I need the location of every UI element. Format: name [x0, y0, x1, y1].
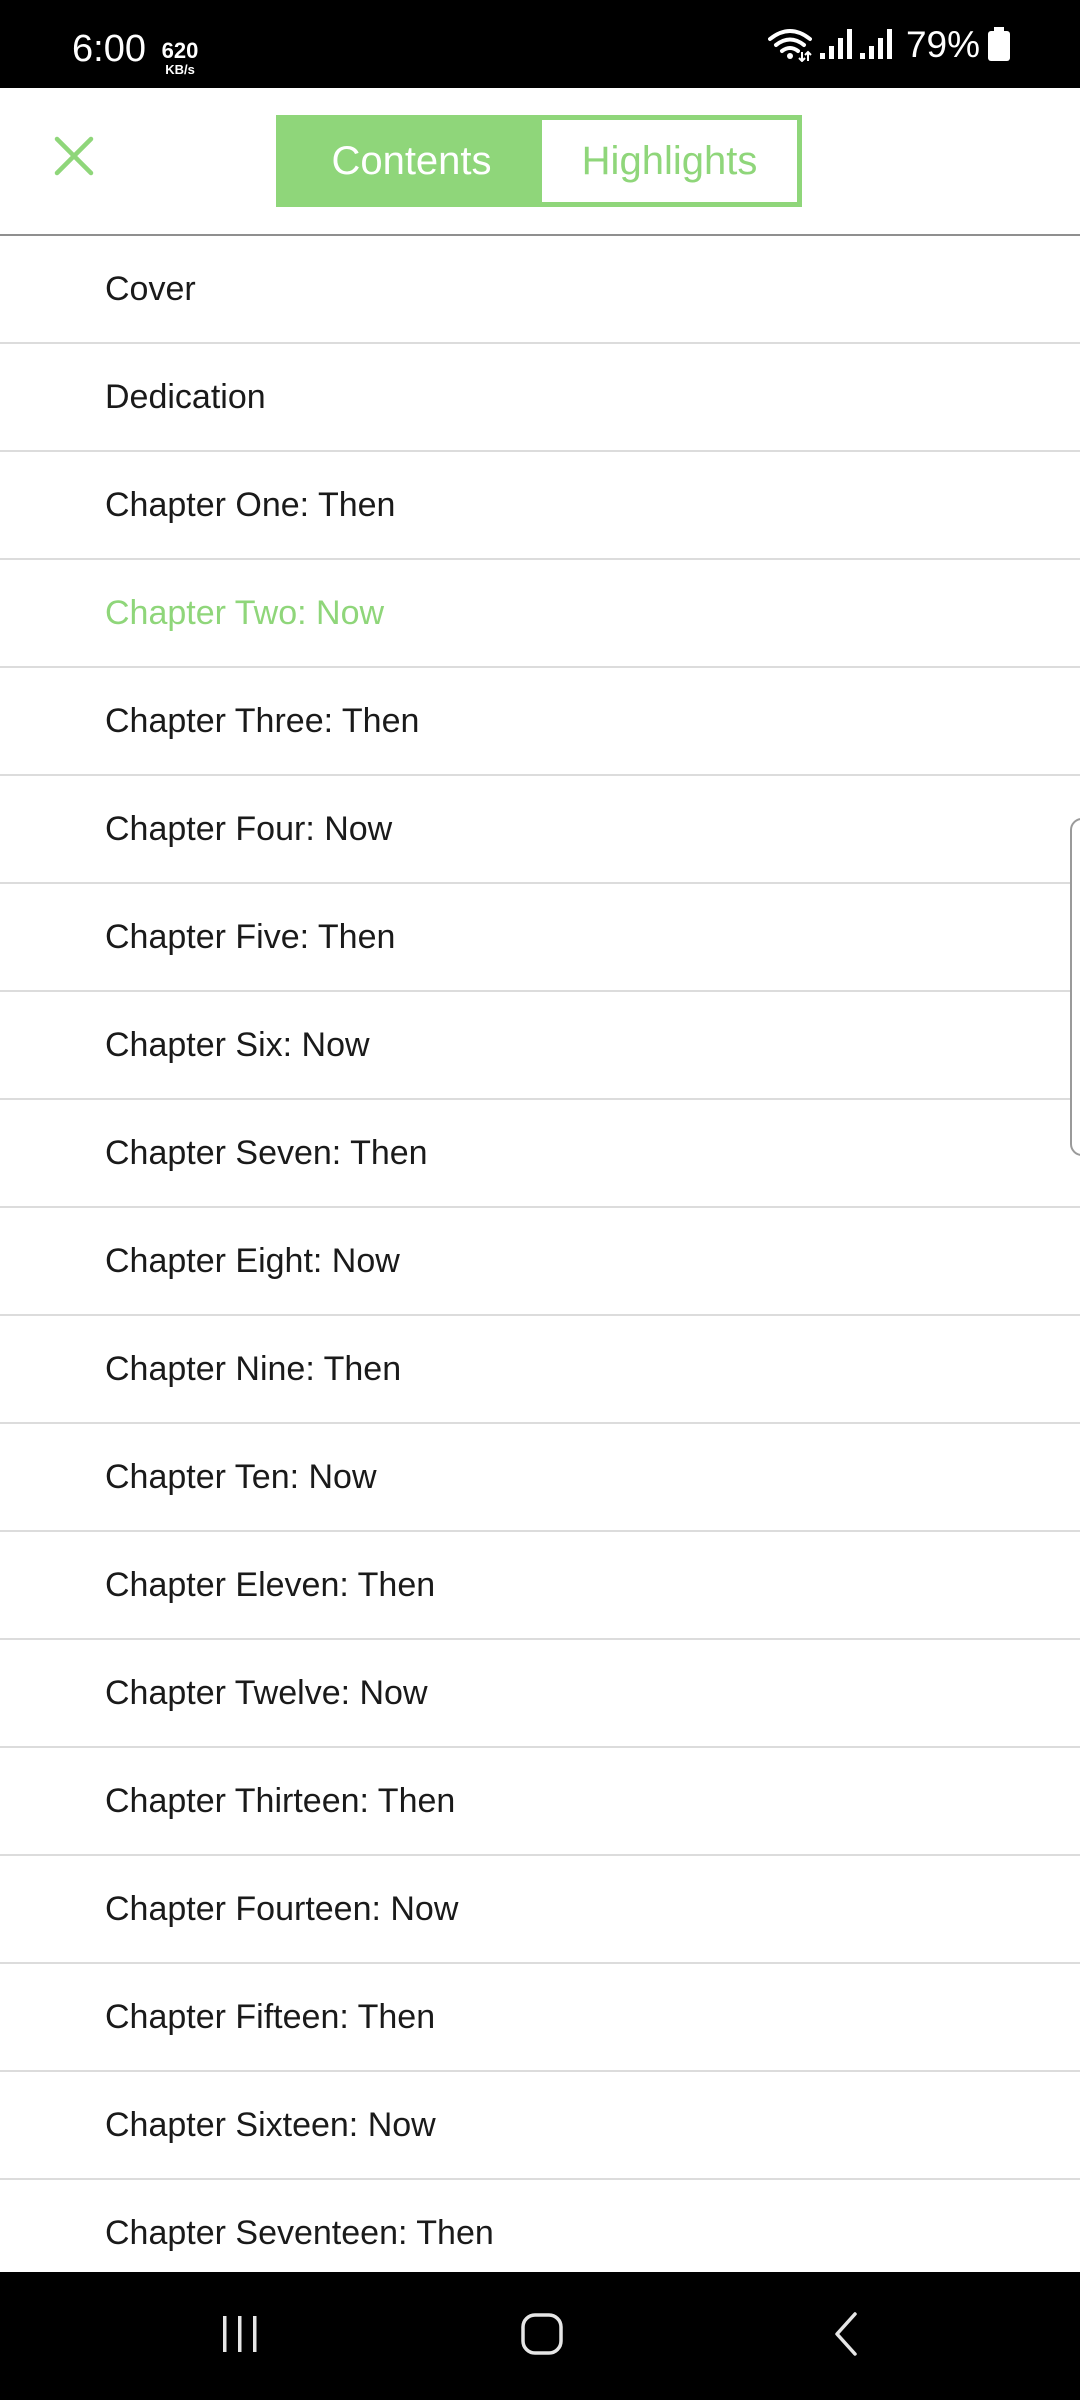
- toc-item-chapter-seven[interactable]: Chapter Seven: Then: [0, 1100, 1080, 1208]
- system-nav-bar: [0, 2272, 1080, 2400]
- battery-icon: [988, 27, 1010, 61]
- toc-item-chapter-thirteen[interactable]: Chapter Thirteen: Then: [0, 1748, 1080, 1856]
- toc-item-chapter-six[interactable]: Chapter Six: Now: [0, 992, 1080, 1100]
- status-bar: 6:00 620 KB/s 79%: [0, 0, 1080, 88]
- battery-percent: 79%: [905, 23, 980, 65]
- close-icon: [54, 136, 94, 181]
- toc-item-chapter-nine[interactable]: Chapter Nine: Then: [0, 1316, 1080, 1424]
- home-button[interactable]: [502, 2296, 582, 2376]
- recent-apps-icon: [220, 2314, 260, 2359]
- toc-item-chapter-two-current[interactable]: Chapter Two: Now: [0, 560, 1080, 668]
- view-toggle: Contents Highlights: [276, 115, 802, 207]
- scrollbar-thumb[interactable]: [1070, 818, 1080, 1156]
- close-button[interactable]: [44, 128, 104, 188]
- toc-item-dedication[interactable]: Dedication: [0, 344, 1080, 452]
- status-icons: 79%: [767, 0, 1010, 88]
- toc-item-chapter-twelve[interactable]: Chapter Twelve: Now: [0, 1640, 1080, 1748]
- toc-item-chapter-eleven[interactable]: Chapter Eleven: Then: [0, 1532, 1080, 1640]
- table-of-contents[interactable]: Cover Dedication Chapter One: Then Chapt…: [0, 236, 1080, 2272]
- toc-item-chapter-sixteen[interactable]: Chapter Sixteen: Now: [0, 2072, 1080, 2180]
- recent-apps-button[interactable]: [200, 2296, 280, 2376]
- network-speed-value: 620: [161, 38, 199, 63]
- toc-item-chapter-ten[interactable]: Chapter Ten: Now: [0, 1424, 1080, 1532]
- signal-icon: [859, 29, 892, 59]
- toc-item-chapter-eight[interactable]: Chapter Eight: Now: [0, 1208, 1080, 1316]
- tab-contents[interactable]: Contents: [281, 120, 542, 202]
- toc-item-chapter-three[interactable]: Chapter Three: Then: [0, 668, 1080, 776]
- wifi-icon: [767, 26, 812, 62]
- back-button[interactable]: [806, 2296, 886, 2376]
- toc-item-chapter-fourteen[interactable]: Chapter Fourteen: Now: [0, 1856, 1080, 1964]
- status-time: 6:00: [72, 28, 146, 70]
- toc-item-chapter-seventeen[interactable]: Chapter Seventeen: Then: [0, 2180, 1080, 2272]
- network-speed-unit: KB/s: [165, 62, 195, 77]
- toc-item-chapter-four[interactable]: Chapter Four: Now: [0, 776, 1080, 884]
- signal-icon: [819, 29, 852, 59]
- toc-item-cover[interactable]: Cover: [0, 236, 1080, 344]
- toc-item-chapter-one[interactable]: Chapter One: Then: [0, 452, 1080, 560]
- back-icon: [831, 2311, 861, 2362]
- toc-item-chapter-fifteen[interactable]: Chapter Fifteen: Then: [0, 1964, 1080, 2072]
- contents-header: Contents Highlights: [0, 88, 1080, 236]
- network-speed: 620 KB/s: [157, 38, 203, 77]
- toc-item-chapter-five[interactable]: Chapter Five: Then: [0, 884, 1080, 992]
- home-icon: [520, 2312, 564, 2361]
- tab-highlights[interactable]: Highlights: [542, 120, 797, 202]
